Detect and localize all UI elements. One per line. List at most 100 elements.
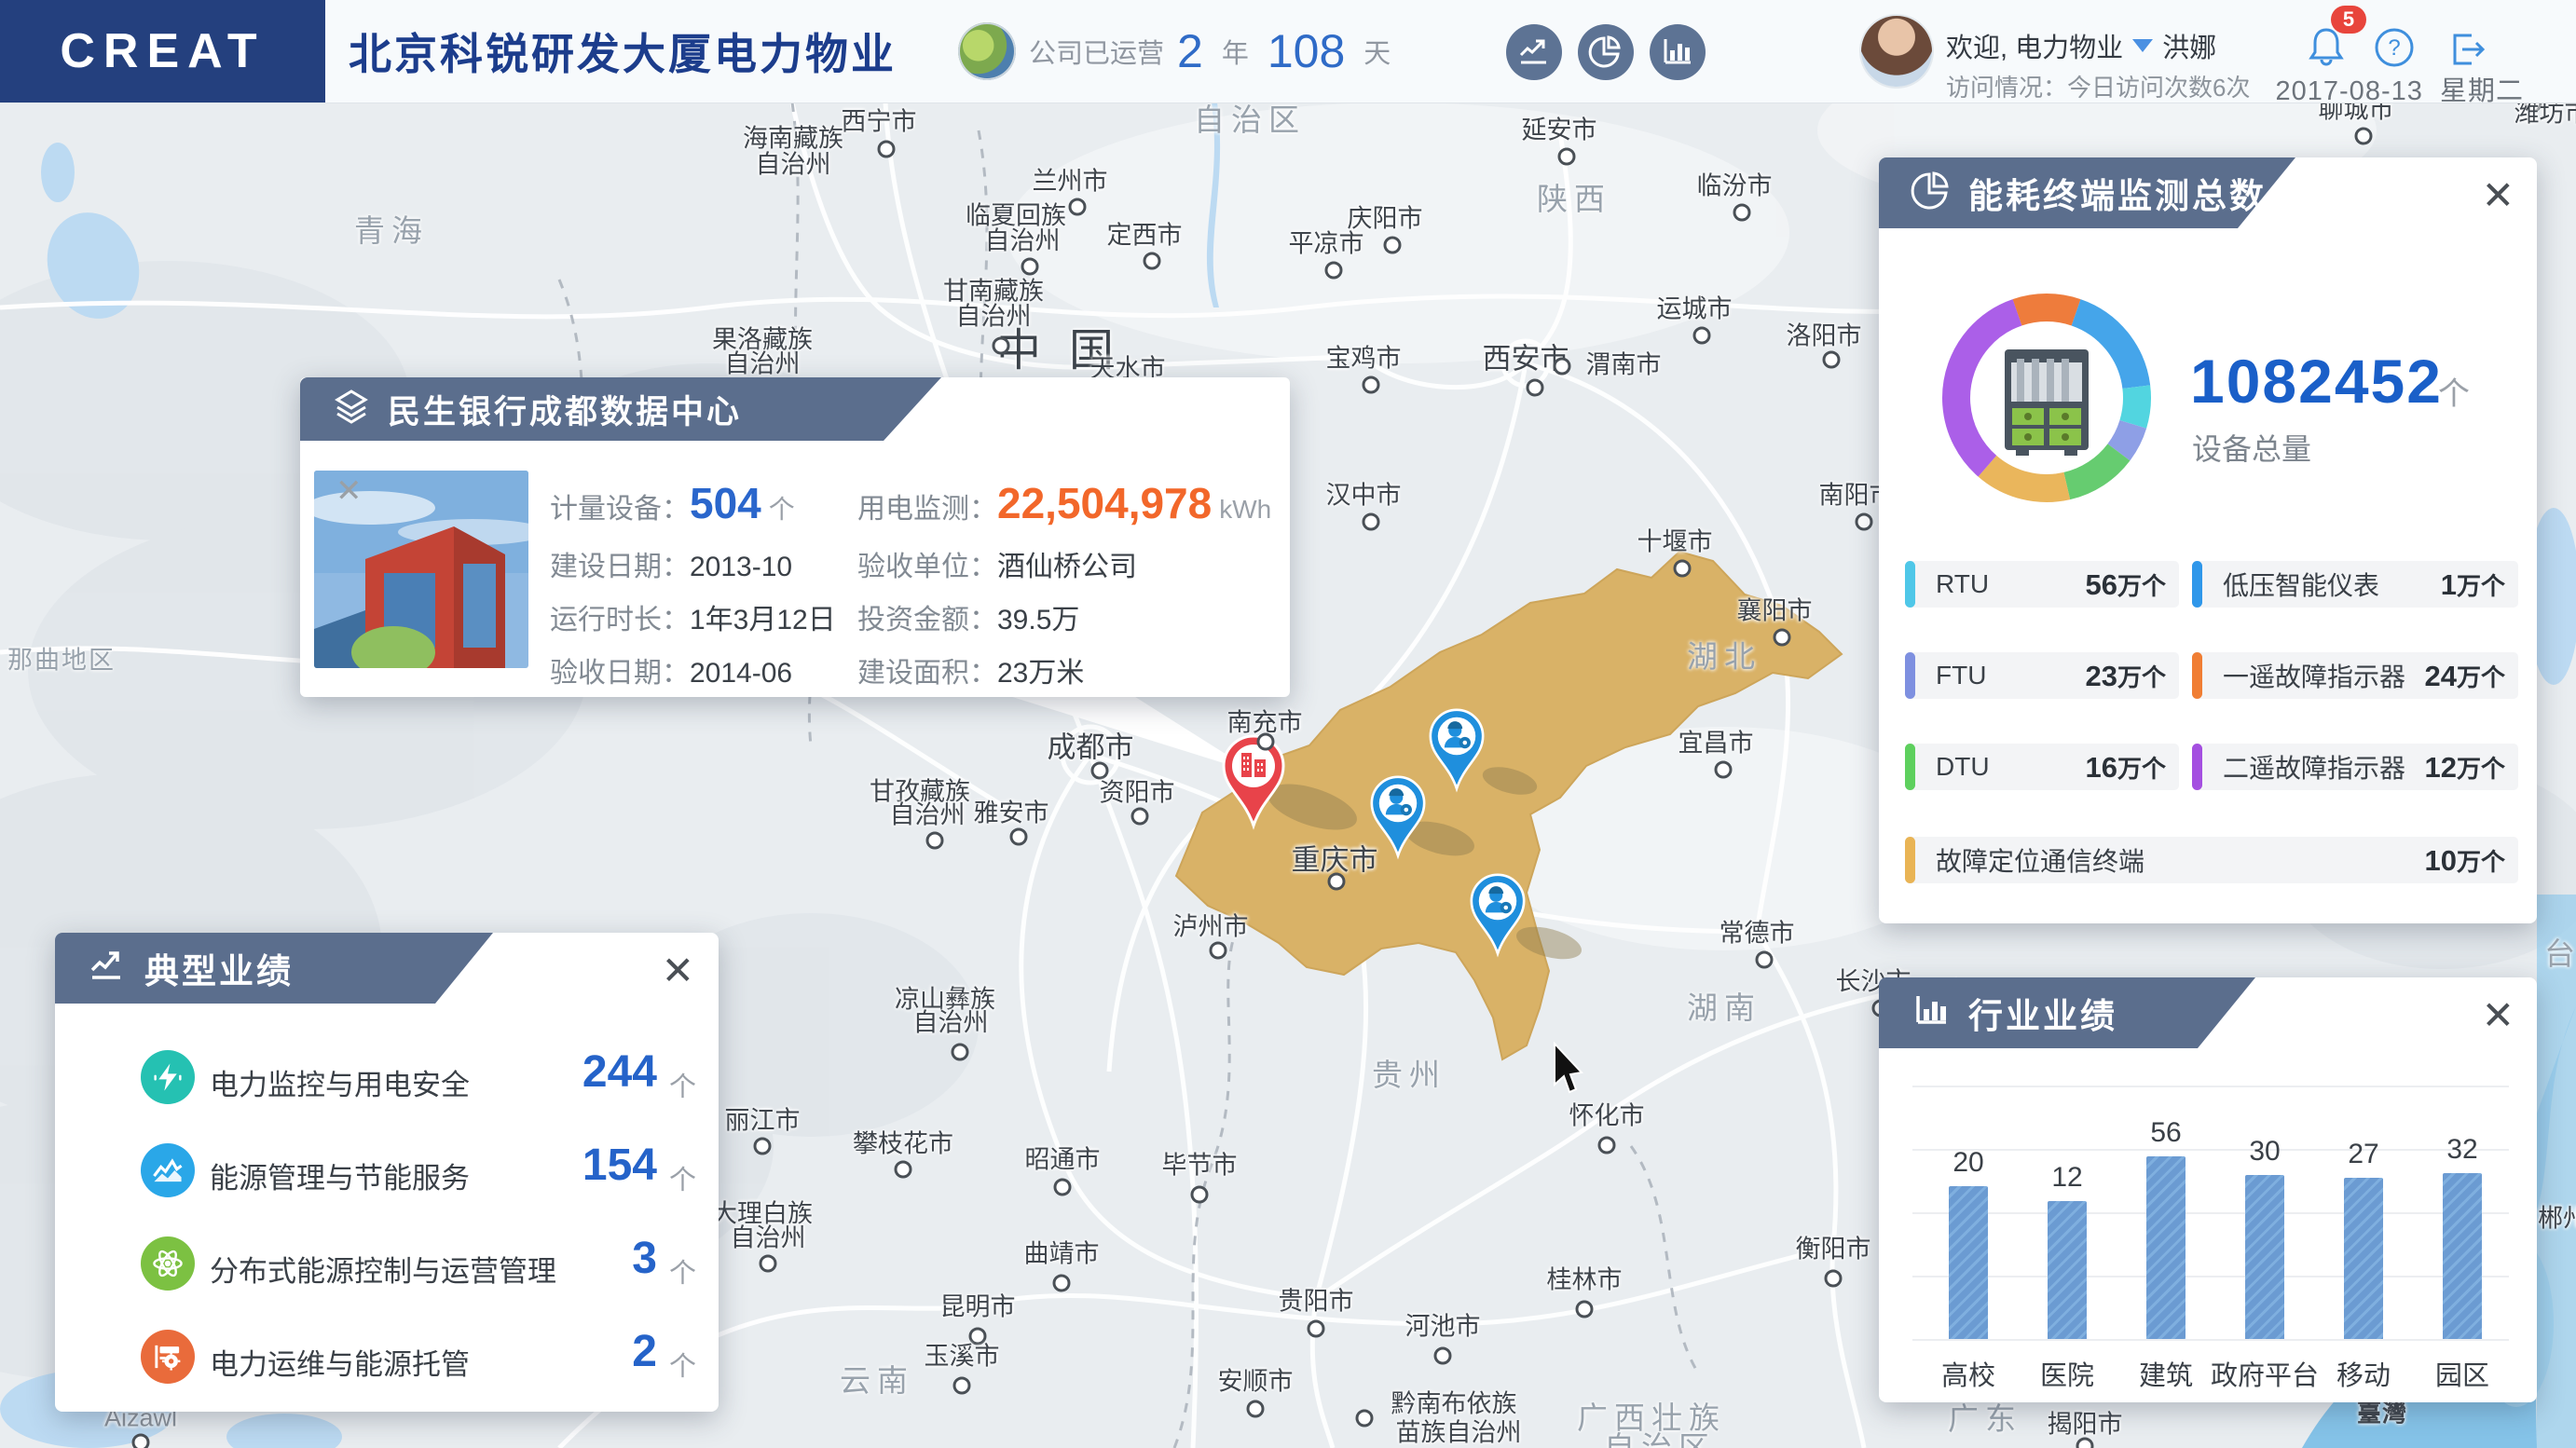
map-city-label: 兰州市 xyxy=(1032,167,1108,196)
map-city-dot xyxy=(894,1160,912,1179)
legend-row: 二遥故障指示器 12万个 xyxy=(2192,744,2518,790)
map-city-label: 贵阳市 xyxy=(1278,1287,1354,1316)
performance-item-value: 3 xyxy=(632,1234,657,1283)
operating-years-unit: 年 xyxy=(1221,39,1249,69)
industry-panel-close-icon[interactable]: ✕ xyxy=(2482,996,2514,1035)
map-city-label: 庆阳市 xyxy=(1347,204,1423,233)
chart-bar xyxy=(2146,1156,2185,1339)
map-city-label: 郴州 xyxy=(2538,1204,2576,1233)
map-city-dot xyxy=(1855,512,1873,531)
map-city-label: 揭阳市 xyxy=(2047,1410,2123,1439)
performance-panel-title: 典型业绩 xyxy=(144,952,294,990)
legend-row: 故障定位通信终端 10万个 xyxy=(1905,837,2518,883)
chart-bar-value: 30 xyxy=(2249,1136,2281,1167)
map-city-dot xyxy=(1209,941,1227,960)
map-city-label: 昭通市 xyxy=(1024,1145,1101,1174)
industry-panel-banner: 行业业绩 xyxy=(1879,977,2255,1048)
dashboard-root: 青海自治区陕西中国湖北湖南贵州云南广东广西壮族自治区那曲地区台弯省臺灣西宁市海南… xyxy=(0,0,2576,1448)
chart-category-label: 园区 xyxy=(2434,1361,2490,1391)
map-city-dot xyxy=(1130,807,1149,826)
bar-chart-button[interactable] xyxy=(1650,24,1706,80)
map-city-label: 汉中市 xyxy=(1325,481,1402,510)
help-icon[interactable]: ? xyxy=(2373,26,2416,74)
map-city-dot xyxy=(1362,512,1380,531)
chart-bar xyxy=(2344,1178,2383,1339)
operating-label: 公司已运营 xyxy=(1029,39,1165,69)
map-city-dot xyxy=(1692,326,1711,345)
chart-category-label: 医院 xyxy=(2039,1361,2095,1391)
device-total-number: 1082452 xyxy=(2190,347,2443,416)
map-city-dot xyxy=(925,831,944,850)
popup-banner: 民生银行成都数据中心 xyxy=(300,377,941,441)
app-title: 北京科锐研发大厦电力物业 xyxy=(349,30,897,78)
performance-item: 分布式能源控制与运营管理 3 个 xyxy=(55,1234,719,1311)
map-city-dot xyxy=(877,140,896,158)
bar-chart-icon xyxy=(1911,990,1952,1036)
performance-item: 电力运维与能源托管 2 个 xyxy=(55,1327,719,1404)
chart-category-label: 政府平台 xyxy=(2210,1361,2320,1391)
chart-gridline xyxy=(1912,1276,2509,1277)
map-city-label: 曲靖市 xyxy=(1023,1239,1100,1268)
site-info-popup: 民生银行成都数据中心 ✕ 计量设备： 504 个 用电监测： 22,504,978 kWh… xyxy=(300,377,1290,697)
map-city-label: 运城市 xyxy=(1656,294,1733,323)
chart-gridline xyxy=(1912,1149,2509,1151)
map-city-label: 延安市 xyxy=(1521,116,1597,144)
performance-item-unit: 个 xyxy=(668,1259,696,1289)
notification-badge: 5 xyxy=(2331,6,2366,34)
performance-item: 能源管理与节能服务 154 个 xyxy=(55,1141,719,1218)
map-city-label: 宝鸡市 xyxy=(1325,344,1402,373)
map-city-label: 资阳市 xyxy=(1099,778,1175,807)
chart-bar-value: 20 xyxy=(1953,1147,1984,1178)
legend-row: FTU 23万个 xyxy=(1905,652,2179,699)
trend-chart-button[interactable] xyxy=(1506,24,1562,80)
energy-terminal-panel: 能耗终端监测总数 ✕ 1082452 个 设备总量 RTU 56万个 FTU 23 xyxy=(1879,157,2537,923)
map-city-dot xyxy=(1557,147,1576,166)
map-city-dot xyxy=(753,1137,772,1155)
pie-chart-button[interactable] xyxy=(1578,24,1634,80)
map-city-label: 自治州 xyxy=(955,302,1032,331)
map-city-label: 丽江市 xyxy=(724,1106,801,1135)
map-city-label: 临汾市 xyxy=(1696,171,1773,200)
chart-category-label: 高校 xyxy=(1940,1361,1996,1391)
map-city-label: 渭南市 xyxy=(1585,350,1662,379)
map-city-dot xyxy=(759,1254,777,1273)
popup-field: 用电监测： 22,504,978 kWh xyxy=(857,479,1272,527)
map-city-label: 襄阳市 xyxy=(1736,596,1813,625)
chart-gridline xyxy=(1912,1086,2509,1087)
device-total-label: 设备总量 xyxy=(2192,432,2312,466)
map-city-dot xyxy=(992,336,1010,355)
user-avatar[interactable] xyxy=(1861,16,1932,87)
popup-close-icon[interactable]: ✕ xyxy=(336,472,363,510)
map-city-label: 自治州 xyxy=(984,226,1061,255)
map-city-dot xyxy=(1307,1319,1325,1338)
chart-bar-value: 12 xyxy=(2051,1162,2083,1193)
chart-bar-value: 27 xyxy=(2348,1139,2379,1169)
visit-stats: 访问情况：今日访问次数6次 xyxy=(1946,74,2251,102)
user-menu[interactable]: 欢迎, 电力物业 洪娜 xyxy=(1946,26,2216,65)
map-city-dot xyxy=(952,1376,971,1395)
atom-icon xyxy=(141,1236,195,1291)
map-city-dot xyxy=(1383,236,1402,254)
pie-chart-icon xyxy=(1911,171,1952,216)
legend-row: RTU 56万个 xyxy=(1905,561,2179,608)
map-city-dot xyxy=(1773,628,1791,647)
map-city-label: 自治州 xyxy=(912,1008,989,1037)
device-total-unit: 个 xyxy=(2438,376,2470,412)
industry-performance-panel: 行业业绩 ✕ 20 高校 12 医院 56 建筑 30 政府平台 27 移动 32 园区 xyxy=(1879,977,2537,1402)
map-city-label: 怀化市 xyxy=(1569,1101,1645,1130)
performance-panel-banner: 典型业绩 xyxy=(55,933,493,1004)
map-region-label: 陕西 xyxy=(1537,182,1611,216)
performance-panel-close-icon[interactable]: ✕ xyxy=(662,951,694,990)
map-region-label: 台 xyxy=(2544,936,2576,971)
map-city-label: 桂林市 xyxy=(1546,1265,1623,1294)
chart-gridline xyxy=(1912,1339,2509,1341)
map-city-dot xyxy=(951,1043,969,1061)
industry-panel-title: 行业业绩 xyxy=(1968,997,2117,1035)
map-city-dot xyxy=(1053,1178,1072,1196)
map-city-dot xyxy=(2076,1437,2094,1448)
map-city-dot xyxy=(1246,1400,1265,1418)
energy-panel-close-icon[interactable]: ✕ xyxy=(2482,176,2514,215)
chart-bar xyxy=(1949,1186,1988,1339)
map-city-dot xyxy=(1256,732,1275,751)
map-city-dot xyxy=(1009,827,1028,846)
